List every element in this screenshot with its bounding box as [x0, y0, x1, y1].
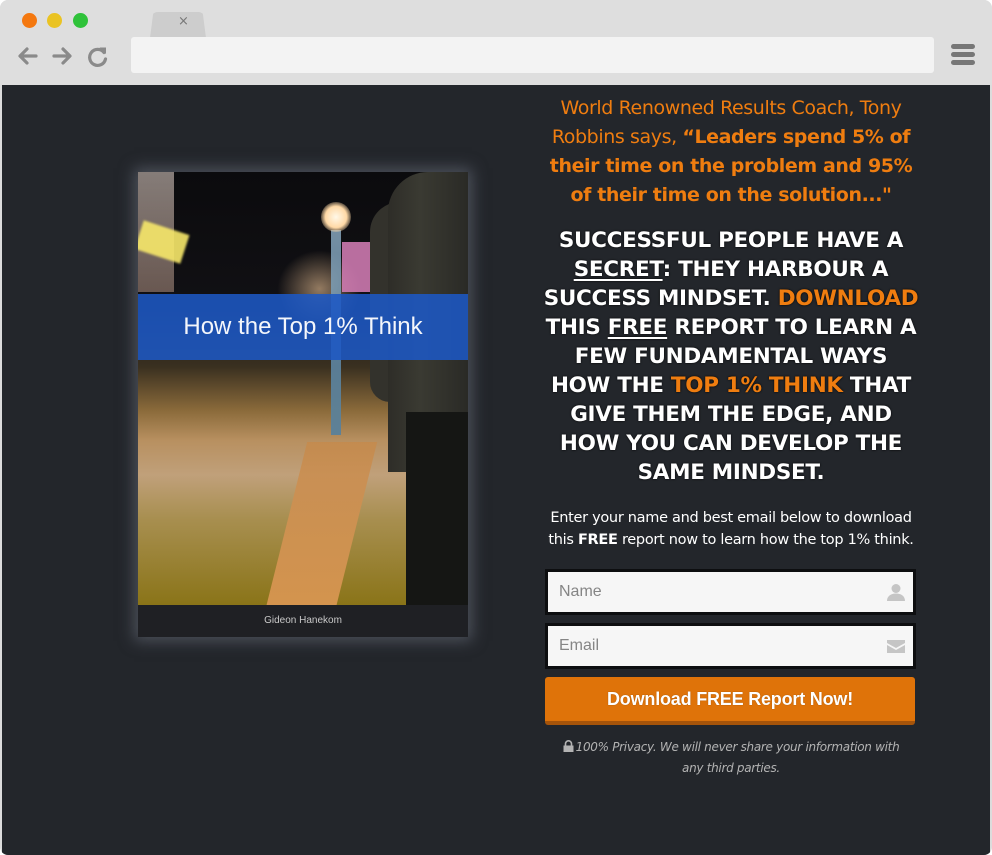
headline-top-1-percent: TOP 1% THINK [670, 373, 843, 398]
cover-man-legs [406, 412, 468, 605]
browser-window: × How the Top 1% Think Gideon Hanekom Wo… [0, 0, 992, 855]
envelope-icon [887, 640, 905, 653]
ebook-title: How the Top 1% Think [138, 294, 468, 360]
browser-chrome: × [0, 0, 992, 85]
user-icon [887, 584, 905, 601]
name-input[interactable] [548, 572, 913, 612]
privacy-text: 100% Privacy. We will never share your i… [575, 740, 900, 775]
cover-banner [342, 242, 372, 292]
quote-text: World Renowned Results Coach, Tony Robbi… [542, 94, 920, 210]
back-arrow-icon[interactable] [16, 43, 40, 69]
landing-page: How the Top 1% Think Gideon Hanekom Worl… [2, 85, 990, 855]
forward-arrow-icon[interactable] [50, 43, 74, 69]
form-intro: Enter your name and best email below to … [542, 507, 920, 551]
address-bar[interactable] [131, 37, 934, 73]
cover-street-lamp [321, 202, 351, 232]
privacy-note: 100% Privacy. We will never share your i… [542, 737, 920, 779]
headline-secret: SECRET [573, 257, 663, 282]
reload-icon[interactable] [86, 43, 110, 69]
cover-kerb [264, 442, 378, 605]
window-maximize-button[interactable] [73, 13, 88, 28]
headline-free: FREE [607, 315, 668, 340]
lock-icon [563, 740, 574, 752]
intro-free: FREE [577, 532, 618, 548]
hamburger-menu-icon[interactable] [951, 44, 975, 66]
headline-download: DOWNLOAD [777, 286, 919, 311]
window-close-button[interactable] [22, 13, 37, 28]
tab-close-icon[interactable]: × [178, 14, 189, 30]
email-field[interactable] [545, 623, 916, 669]
cover-photo [138, 172, 468, 605]
headline-part: THIS [545, 315, 608, 340]
headline-part: SUCCESSFUL PEOPLE HAVE A [558, 228, 904, 253]
headline: SUCCESSFUL PEOPLE HAVE A SECRET: THEY HA… [542, 226, 920, 487]
optin-column: World Renowned Results Coach, Tony Robbi… [542, 94, 920, 779]
intro-part: report now to learn how the top 1% think… [617, 532, 914, 548]
window-minimize-button[interactable] [47, 13, 62, 28]
email-input[interactable] [548, 626, 913, 666]
download-report-button[interactable]: Download FREE Report Now! [545, 677, 915, 725]
ebook-cover: How the Top 1% Think Gideon Hanekom [138, 172, 468, 637]
name-field[interactable] [545, 569, 916, 615]
ebook-author: Gideon Hanekom [138, 605, 468, 637]
